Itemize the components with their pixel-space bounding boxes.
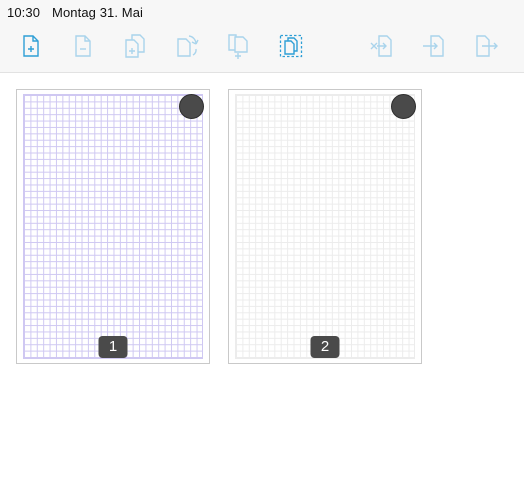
add-page-icon — [23, 35, 39, 57]
export-page-button[interactable] — [472, 32, 500, 60]
move-page-out-button[interactable] — [368, 32, 396, 60]
status-date: Montag 31. Mai — [52, 4, 144, 20]
top-bar: 10:30 Montag 31. Mai — [0, 0, 524, 73]
duplicate-page-button[interactable] — [121, 32, 149, 60]
page-thumbnail-2[interactable]: 2 — [228, 89, 422, 364]
page-1-grid-paper — [23, 94, 203, 359]
page-2-number-badge: 2 — [310, 336, 340, 358]
export-page-icon — [476, 35, 498, 57]
status-time: 10:30 — [7, 4, 41, 20]
page-1-number-badge: 1 — [98, 336, 128, 358]
insert-pages-icon — [228, 34, 248, 59]
insert-pages-button[interactable] — [225, 32, 253, 60]
page-2-select-toggle[interactable] — [391, 94, 416, 119]
rotate-page-button[interactable] — [173, 32, 201, 60]
move-page-out-icon — [370, 35, 392, 57]
page-2-grid-paper — [235, 94, 415, 359]
add-page-button[interactable] — [17, 32, 45, 60]
move-page-in-button[interactable] — [420, 32, 448, 60]
page-thumbnail-1[interactable]: 1 — [16, 89, 210, 364]
move-page-in-icon — [423, 35, 444, 57]
duplicate-page-icon — [125, 34, 145, 58]
delete-page-icon — [75, 35, 91, 57]
select-all-pages-icon — [279, 34, 303, 58]
page-1-select-toggle[interactable] — [179, 94, 204, 119]
select-all-pages-button[interactable] — [277, 32, 305, 60]
delete-page-button[interactable] — [69, 32, 97, 60]
rotate-page-icon — [177, 35, 199, 57]
status-bar: 10:30 Montag 31. Mai — [7, 3, 143, 21]
